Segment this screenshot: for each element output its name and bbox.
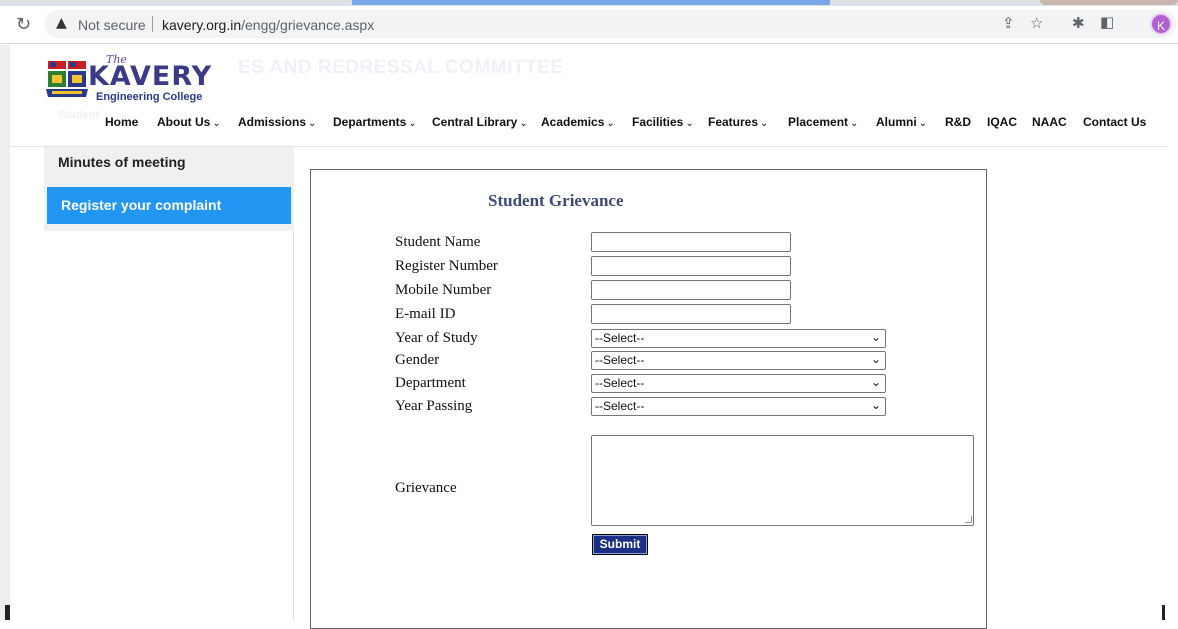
- nav-label: Departments: [333, 115, 407, 129]
- register-number-input[interactable]: [591, 256, 791, 276]
- logo-subtitle: Engineering College: [96, 91, 203, 103]
- chevron-down-icon: ⌄: [850, 118, 859, 129]
- email-label: E-mail ID: [395, 306, 456, 322]
- sidebar-column: [44, 231, 294, 620]
- nav-alumni[interactable]: Alumni ⌄: [876, 115, 927, 129]
- nav-label: Alumni: [876, 115, 917, 129]
- sidebar-item-register-complaint[interactable]: Register your complaint: [47, 187, 291, 224]
- form-title: Student Grievance: [488, 191, 624, 210]
- nav-facilities[interactable]: Facilities ⌄: [632, 115, 694, 129]
- star-icon[interactable]: ☆: [1030, 14, 1043, 32]
- year-passing-label: Year Passing: [395, 398, 473, 414]
- security-label: Not secure: [78, 17, 146, 33]
- chevron-down-icon: ⌄: [870, 375, 881, 389]
- nav-home[interactable]: Home: [105, 115, 138, 129]
- profile-avatar[interactable]: K: [1150, 13, 1172, 35]
- chevron-down-icon: ⌄: [760, 118, 769, 129]
- address-separator: [152, 16, 153, 32]
- nav-label: Home: [105, 115, 139, 129]
- register-number-label: Register Number: [395, 258, 498, 274]
- sidebar-item-minutes[interactable]: Minutes of meeting: [44, 147, 294, 183]
- department-select[interactable]: --Select-- ⌄: [591, 374, 886, 393]
- nav-admissions[interactable]: Admissions ⌄: [238, 115, 316, 129]
- url-text[interactable]: kavery.org.in/engg/grievance.aspx: [162, 17, 374, 33]
- nav-about-us[interactable]: About Us ⌄: [157, 115, 221, 129]
- chevron-down-icon: ⌄: [870, 352, 881, 366]
- gender-select[interactable]: --Select-- ⌄: [591, 351, 886, 370]
- year-of-study-label: Year of Study: [395, 330, 478, 346]
- nav-label: IQAC: [987, 115, 1017, 129]
- select-value: --Select--: [595, 331, 645, 345]
- nav-iqac[interactable]: IQAC: [987, 115, 1017, 129]
- nav-naac[interactable]: NAAC: [1032, 115, 1067, 129]
- left-scroll-edge: [0, 45, 10, 620]
- chevron-down-icon: ⌄: [918, 118, 928, 129]
- nav-label: About Us: [157, 115, 211, 129]
- chevron-down-icon: ⌄: [870, 398, 881, 412]
- nav-label: Features: [708, 115, 759, 129]
- nav-rd[interactable]: R&D: [945, 115, 971, 129]
- resize-grip-icon[interactable]: [965, 516, 972, 523]
- select-value: --Select--: [595, 353, 645, 367]
- tab-pill: [1040, 0, 1178, 5]
- chevron-down-icon: ⌄: [212, 118, 221, 129]
- chevron-down-icon: ⌄: [519, 118, 528, 129]
- year-passing-select[interactable]: --Select-- ⌄: [591, 397, 886, 416]
- site-header: ES AND REDRESSAL COMMITTEE Student The K…: [10, 45, 1168, 147]
- nav-label: Admissions: [238, 115, 307, 129]
- student-name-input[interactable]: [591, 232, 791, 252]
- address-bar[interactable]: ▲ Not secure kavery.org.in/engg/grievanc…: [44, 10, 1176, 38]
- warning-icon[interactable]: ▲: [56, 15, 67, 31]
- nav-label: Contact Us: [1083, 115, 1147, 129]
- student-name-label: Student Name: [395, 234, 481, 250]
- chevron-down-icon: ⌄: [408, 118, 417, 129]
- department-label: Department: [395, 375, 466, 391]
- nav-placement[interactable]: Placement ⌄: [788, 115, 858, 129]
- chevron-down-icon: ⌄: [685, 118, 694, 129]
- ghost-page-title: ES AND REDRESSAL COMMITTEE: [238, 57, 564, 78]
- select-value: --Select--: [595, 399, 645, 413]
- email-input[interactable]: [591, 304, 791, 324]
- nav-label: NAAC: [1032, 115, 1067, 129]
- nav-label: Academics: [541, 115, 605, 129]
- right-dark-edge: [1162, 605, 1165, 620]
- nav-features[interactable]: Features ⌄: [708, 115, 768, 129]
- grievance-textarea[interactable]: [591, 435, 974, 526]
- nav-departments[interactable]: Departments ⌄: [333, 115, 417, 129]
- mobile-number-label: Mobile Number: [395, 282, 492, 298]
- year-of-study-select[interactable]: --Select-- ⌄: [591, 329, 886, 348]
- gender-label: Gender: [395, 352, 440, 368]
- logo-name: KAVERY: [88, 61, 213, 92]
- grievance-label: Grievance: [395, 480, 457, 496]
- selected-tab-highlight: [352, 0, 830, 5]
- nav-label: Placement: [788, 115, 849, 129]
- share-icon[interactable]: ⇪: [1002, 14, 1015, 32]
- side-panel-icon[interactable]: ◧: [1100, 13, 1114, 31]
- browser-toolbar: ↻ ▲ Not secure kavery.org.in/engg/grieva…: [0, 6, 1178, 44]
- nav-label: R&D: [945, 115, 971, 129]
- reload-icon[interactable]: ↻: [16, 14, 31, 35]
- url-path: /engg/grievance.aspx: [241, 17, 375, 33]
- url-host: kavery.org.in: [162, 17, 242, 33]
- sidebar: Minutes of meeting Register your complai…: [44, 147, 294, 231]
- chevron-down-icon: ⌄: [870, 330, 881, 344]
- chevron-down-icon: ⌄: [606, 118, 615, 129]
- extensions-icon[interactable]: ✱: [1072, 14, 1085, 32]
- left-dark-edge: [5, 605, 10, 620]
- nav-label: Central Library: [432, 115, 518, 129]
- main-nav: Home About Us ⌄ Admissions ⌄ Departments ⌄ …: [10, 115, 1168, 137]
- nav-academics[interactable]: Academics ⌄: [541, 115, 615, 129]
- nav-contact-us[interactable]: Contact Us: [1083, 115, 1146, 129]
- submit-button[interactable]: Submit: [592, 534, 648, 555]
- mobile-number-input[interactable]: [591, 280, 791, 300]
- crest-icon: [46, 61, 88, 97]
- nav-central-library[interactable]: Central Library ⌄: [432, 115, 528, 129]
- college-logo[interactable]: The KAVERY Engineering College: [46, 53, 236, 105]
- chevron-down-icon: ⌄: [308, 118, 317, 129]
- nav-label: Facilities: [632, 115, 684, 129]
- select-value: --Select--: [595, 376, 645, 390]
